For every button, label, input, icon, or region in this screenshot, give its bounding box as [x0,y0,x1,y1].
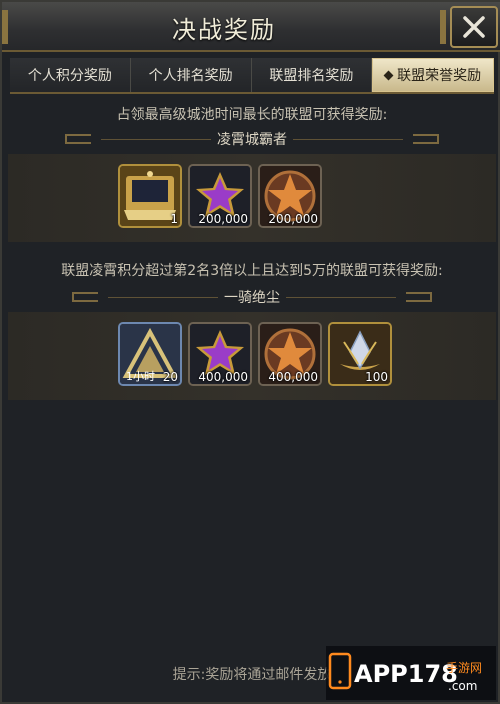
watermark-domain: .com [448,679,477,693]
content-area: 占领最高级城池时间最长的联盟可获得奖励: 凌霄城霸者 1 200,000 200… [8,98,496,698]
ornament-left-icon [72,292,98,302]
item-quantity: 20 [162,370,178,384]
tab-alliance-honor[interactable]: 联盟荣誉奖励 [372,58,494,92]
tab-label: 个人排名奖励 [148,68,233,84]
section-2-rewards: 1小时 20 400,000 400,000 100 [8,312,496,400]
item-quantity: 400,000 [198,370,248,384]
title-frame-right [440,10,446,44]
divider [108,296,218,298]
section-1-subtitle: 凌霄城霸者 [217,132,287,148]
reward-item[interactable]: 100 [328,322,392,386]
active-marker-icon [383,70,394,80]
app178-logo-icon: APP178 手游网 .com [328,652,482,693]
section-2-description: 联盟凌霄积分超过第2名3倍以上且达到5万的联盟可获得奖励: [61,263,443,279]
item-quantity: 400,000 [268,370,318,384]
tab-alliance-rank[interactable]: 联盟排名奖励 [251,58,373,92]
tab-label: 联盟排名奖励 [269,68,354,84]
reward-item[interactable]: 400,000 [188,322,252,386]
close-icon [463,16,485,38]
tab-personal-rank[interactable]: 个人排名奖励 [130,58,252,92]
section-2-subtitle: 一骑绝尘 [224,290,280,306]
ornament-right-icon [406,292,432,302]
item-quantity: 200,000 [198,212,248,226]
close-button[interactable] [450,6,498,48]
item-quantity: 200,000 [268,212,318,226]
section-2-heading: 一骑绝尘 [8,284,496,310]
watermark-sub: 手游网 [446,661,482,675]
tab-label: 个人积分奖励 [27,68,112,84]
section-1-rewards: 1 200,000 200,000 [8,154,496,242]
site-watermark: APP178 手游网 .com [326,646,496,700]
rewards-panel: 决战奖励 个人积分奖励 个人排名奖励 联盟排名奖励 联盟荣誉奖励 占领最高级城池… [0,0,500,704]
section-1-heading: 凌霄城霸者 [8,126,496,152]
tab-personal-points[interactable]: 个人积分奖励 [10,58,131,92]
item-quantity: 1 [170,212,178,226]
divider [293,138,403,140]
item-quantity: 100 [365,370,388,384]
reward-item[interactable]: 1 [118,164,182,228]
title-bar: 决战奖励 [2,2,500,52]
tab-label: 联盟荣誉奖励 [397,68,482,84]
ornament-left-icon [65,134,91,144]
window-title: 决战奖励 [172,16,276,44]
watermark-text: APP178 [354,660,458,688]
reward-item[interactable]: 200,000 [258,164,322,228]
divider [101,138,211,140]
tab-bar: 个人积分奖励 个人排名奖励 联盟排名奖励 联盟荣誉奖励 [10,58,494,94]
reward-item[interactable]: 400,000 [258,322,322,386]
reward-item[interactable]: 200,000 [188,164,252,228]
ornament-right-icon [413,134,439,144]
section-1-description: 占领最高级城池时间最长的联盟可获得奖励: [116,107,388,123]
speedup-label: 1小时 [126,370,155,383]
reward-item[interactable]: 1小时 20 [118,322,182,386]
divider [286,296,396,298]
